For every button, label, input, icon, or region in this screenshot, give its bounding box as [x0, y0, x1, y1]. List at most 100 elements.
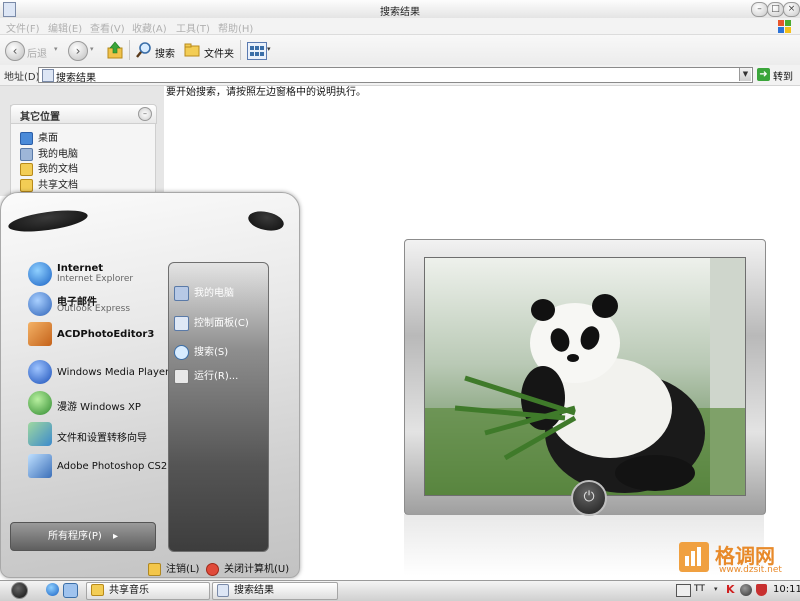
all-programs-label: 所有程序(P): [47, 531, 102, 542]
address-dropdown-icon[interactable]: ▼: [739, 68, 751, 81]
place-item-my-documents[interactable]: 我的文档: [20, 160, 78, 176]
forward-arrow-icon[interactable]: ›: [68, 41, 88, 61]
address-value: 搜索结果: [56, 73, 96, 84]
place-item-label: 我的文档: [38, 164, 78, 175]
title-bar: 搜索结果 – □ ×: [0, 0, 800, 19]
watermark-url: www.dzsit.net: [719, 565, 782, 575]
start-button[interactable]: [11, 582, 28, 599]
start-item-title: 文件和设置转移向导: [57, 433, 147, 444]
tray-dropdown-icon[interactable]: ▾: [714, 585, 718, 593]
taskbar-button-shared-music[interactable]: 共享音乐: [86, 582, 210, 600]
place-item-desktop[interactable]: 桌面: [20, 129, 58, 145]
taskbar-button-search-results[interactable]: 搜索结果: [212, 582, 338, 600]
menu-edit[interactable]: 编辑(E): [48, 20, 82, 35]
other-places-header[interactable]: 其它位置 –: [10, 104, 157, 124]
back-button-label[interactable]: 后退: [27, 45, 47, 60]
go-arrow-icon[interactable]: ➜: [757, 68, 770, 81]
start-item-subtitle: Internet Explorer: [57, 274, 134, 284]
logoff-button[interactable]: 注销(L): [148, 560, 199, 576]
start-item-title: 漫游 Windows XP: [57, 402, 141, 413]
start-right-item-run[interactable]: 运行(R)...: [174, 367, 238, 384]
search-icon[interactable]: [135, 41, 153, 59]
outlook-express-icon: [28, 292, 52, 316]
antivirus-icon[interactable]: K: [726, 584, 737, 596]
views-icon[interactable]: [247, 42, 267, 60]
internet-explorer-icon: [28, 262, 52, 286]
shutdown-label: 关闭计算机(U): [224, 564, 290, 575]
keyboard-icon[interactable]: [676, 584, 691, 597]
menu-tools[interactable]: 工具(T): [176, 20, 210, 35]
control-panel-icon: [174, 315, 189, 331]
toolbar-separator: [129, 40, 130, 60]
photoshop-icon: [28, 454, 52, 478]
arrow-right-icon: ▸: [113, 531, 119, 542]
start-right-item-label: 运行(R)...: [194, 371, 239, 382]
tray-tt-label[interactable]: TT: [694, 584, 705, 594]
menu-favorites[interactable]: 收藏(A): [132, 20, 167, 35]
search-button-label[interactable]: 搜索: [155, 45, 175, 60]
quicklaunch-desktop-icon[interactable]: [63, 583, 78, 598]
security-shield-icon[interactable]: [756, 584, 767, 596]
address-bar: 地址(D) 搜索结果 ▼ ➜ 转到: [0, 65, 800, 86]
collapse-chevron-icon[interactable]: –: [138, 107, 152, 121]
run-icon: [174, 368, 189, 384]
computer-icon: [174, 285, 189, 301]
quicklaunch-ie-icon[interactable]: [46, 583, 59, 596]
start-item-title: Internet: [57, 263, 104, 274]
start-right-item-my-computer[interactable]: 我的电脑: [174, 284, 234, 301]
menu-bar: 文件(F) 编辑(E) 查看(V) 收藏(A) 工具(T) 帮助(H): [0, 18, 800, 35]
windows-tour-icon: [28, 391, 52, 415]
documents-icon: [20, 162, 33, 176]
start-right-item-search[interactable]: 搜索(S): [174, 343, 228, 360]
maximize-button[interactable]: □: [767, 2, 784, 17]
taskbar-button-label: 共享音乐: [109, 585, 149, 596]
back-dropdown-icon[interactable]: ▾: [54, 45, 58, 53]
toolbar: ‹ 后退 ▾ › ▾ 搜索 文件夹 ▾: [0, 34, 800, 66]
computer-icon: [20, 147, 33, 161]
transfer-wizard-icon: [28, 422, 52, 446]
start-item-title: ACDPhotoEditor3: [57, 329, 155, 340]
address-input[interactable]: 搜索结果: [38, 67, 753, 84]
window-title: 搜索结果: [380, 7, 420, 18]
start-right-item-label: 控制面板(C): [194, 318, 249, 329]
network-icon[interactable]: [740, 584, 752, 596]
forward-dropdown-icon[interactable]: ▾: [90, 45, 94, 53]
menu-view[interactable]: 查看(V): [90, 20, 125, 35]
panda-photo: [424, 257, 746, 496]
close-button[interactable]: ×: [783, 2, 800, 17]
back-arrow-icon[interactable]: ‹: [5, 41, 25, 61]
place-item-label: 桌面: [38, 133, 58, 144]
folders-button-label[interactable]: 文件夹: [204, 45, 234, 60]
other-places-title: 其它位置: [20, 112, 60, 123]
search-hint-text: 要开始搜索，请按照左边窗格中的说明执行。: [166, 87, 366, 98]
address-label: 地址(D): [4, 72, 40, 83]
views-dropdown-icon[interactable]: ▾: [267, 45, 271, 53]
start-right-item-label: 我的电脑: [194, 288, 234, 299]
up-folder-icon[interactable]: [106, 40, 124, 60]
go-button-label[interactable]: 转到: [773, 68, 793, 83]
watermark-logo: 格调网 www.dzsit.net: [679, 540, 791, 580]
all-programs-button[interactable]: 所有程序(P) ▸: [10, 522, 156, 551]
place-item-shared-documents[interactable]: 共享文档: [20, 176, 78, 192]
place-item-my-computer[interactable]: 我的电脑: [20, 145, 78, 161]
clock-time[interactable]: 10:11: [773, 584, 800, 595]
minimize-button[interactable]: –: [751, 2, 768, 17]
start-item-title: Adobe Photoshop CS2: [57, 461, 168, 472]
taskbar-button-label: 搜索结果: [234, 585, 274, 596]
shutdown-button[interactable]: 关闭计算机(U): [206, 560, 289, 576]
folders-icon[interactable]: [183, 41, 201, 59]
start-menu-right-column: [168, 262, 269, 552]
menu-help[interactable]: 帮助(H): [218, 20, 253, 35]
place-item-label: 我的电脑: [38, 149, 78, 160]
search-results-icon: [217, 583, 229, 597]
power-button-icon[interactable]: ⏻: [571, 480, 607, 516]
folder-icon: [91, 584, 104, 596]
toolbar-separator: [240, 40, 241, 60]
desktop-icon: [20, 131, 33, 145]
start-item-subtitle: Outlook Express: [57, 304, 131, 314]
acd-photo-editor-icon: [28, 322, 52, 346]
menu-file[interactable]: 文件(F): [6, 20, 40, 35]
lock-icon: [148, 562, 161, 576]
shared-documents-icon: [20, 178, 33, 192]
start-right-item-control-panel[interactable]: 控制面板(C): [174, 314, 249, 331]
